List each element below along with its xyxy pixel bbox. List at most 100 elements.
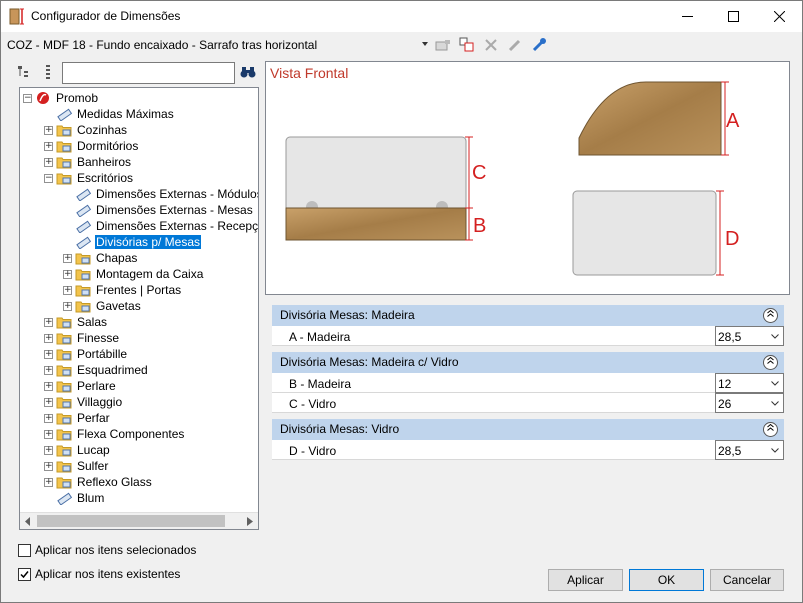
- expand-tree-button[interactable]: [39, 63, 57, 81]
- tree-item[interactable]: − Escritórios: [44, 170, 134, 186]
- expand-icon[interactable]: +: [44, 157, 53, 167]
- tree-item[interactable]: + Salas: [44, 314, 108, 330]
- scroll-left-icon[interactable]: [25, 517, 31, 526]
- expand-icon[interactable]: +: [44, 445, 53, 455]
- tree-item[interactable]: + Finesse: [44, 330, 120, 346]
- expand-icon[interactable]: +: [44, 461, 53, 471]
- expand-icon[interactable]: +: [44, 381, 53, 391]
- tree-item-label: Dimensões Externas - Mesas: [96, 203, 253, 217]
- apply-existing-checkbox[interactable]: [18, 567, 31, 581]
- tree-item[interactable]: + Portábille: [44, 346, 128, 362]
- tree-item[interactable]: + Dormitórios: [44, 138, 139, 154]
- expand-icon[interactable]: +: [44, 125, 53, 135]
- collapse-group-icon[interactable]: [763, 422, 778, 437]
- tree-item[interactable]: + Esquadrimed: [44, 362, 149, 378]
- expand-icon[interactable]: +: [63, 285, 72, 295]
- ok-button[interactable]: OK: [629, 569, 704, 591]
- tree-item-label: Finesse: [77, 331, 120, 345]
- collapse-tree-button[interactable]: [16, 63, 34, 81]
- copy-dimension-button[interactable]: [458, 36, 476, 54]
- tree-item[interactable]: + Lucap: [44, 442, 111, 458]
- tree-item[interactable]: + Flexa Componentes: [44, 426, 185, 442]
- tree-item[interactable]: + Perlare: [44, 378, 117, 394]
- delete-button[interactable]: [482, 36, 500, 54]
- expand-icon[interactable]: +: [44, 349, 53, 359]
- property-group-header[interactable]: Divisória Mesas: Madeira c/ Vidro: [272, 352, 784, 373]
- tree-item[interactable]: + Sulfer: [44, 458, 109, 474]
- expand-icon[interactable]: +: [63, 301, 72, 311]
- tree-item[interactable]: + Montagem da Caixa: [63, 266, 204, 282]
- maximize-icon: [727, 11, 739, 22]
- tree-search-input[interactable]: [62, 62, 235, 84]
- property-value-dropdown[interactable]: 26: [715, 393, 784, 413]
- scroll-right-icon[interactable]: [247, 517, 253, 526]
- wood-divider: [578, 81, 722, 156]
- tape-measure-icon: [76, 220, 91, 233]
- property-row: A - Madeira 28,5: [272, 326, 784, 346]
- collapse-group-icon[interactable]: [763, 355, 778, 370]
- expand-icon[interactable]: +: [44, 429, 53, 439]
- property-group-header[interactable]: Divisória Mesas: Madeira: [272, 305, 784, 326]
- minimize-icon: [681, 15, 693, 17]
- tree-item[interactable]: + Cozinhas: [44, 122, 128, 138]
- folder-icon: [56, 365, 72, 377]
- cancel-button[interactable]: Cancelar: [710, 569, 784, 591]
- tree-item-label: Frentes | Portas: [96, 283, 182, 297]
- tree-item[interactable]: Dimensões Externas - Módulos: [63, 186, 258, 202]
- collapse-icon[interactable]: −: [44, 173, 53, 183]
- apply-button[interactable]: Aplicar: [548, 569, 623, 591]
- expand-icon[interactable]: +: [63, 269, 72, 279]
- tree-item[interactable]: + Frentes | Portas: [63, 282, 182, 298]
- expand-icon[interactable]: +: [44, 413, 53, 423]
- tree-item[interactable]: Dimensões Externas - Mesas: [63, 202, 254, 218]
- tree-item-label: Banheiros: [77, 155, 132, 169]
- apply-tool-button[interactable]: [530, 36, 548, 54]
- tree-item-label: Villaggio: [77, 395, 123, 409]
- tree-item[interactable]: Dimensões Externas - Recepção: [63, 218, 258, 234]
- tape-measure-icon: [76, 236, 91, 249]
- tree-item[interactable]: + Reflexo Glass: [44, 474, 153, 490]
- property-group-header[interactable]: Divisória Mesas: Vidro: [272, 419, 784, 440]
- app-icon: [9, 8, 24, 25]
- apply-selected-checkbox[interactable]: [18, 543, 31, 557]
- tree-item[interactable]: Medidas Máximas: [44, 106, 175, 122]
- tree-item[interactable]: + Chapas: [63, 250, 138, 266]
- folder-icon: [56, 317, 72, 329]
- tree-item[interactable]: + Perfar: [44, 410, 111, 426]
- collapse-group-icon[interactable]: [763, 308, 778, 323]
- minimize-button[interactable]: [664, 1, 710, 32]
- property-value-dropdown[interactable]: 28,5: [715, 440, 784, 460]
- edit-button[interactable]: [506, 36, 524, 54]
- expand-icon[interactable]: +: [44, 477, 53, 487]
- apply-selected-option[interactable]: Aplicar nos itens selecionados: [18, 543, 196, 557]
- expand-icon[interactable]: +: [44, 365, 53, 375]
- expand-icon[interactable]: +: [44, 317, 53, 327]
- property-name: B - Madeira: [289, 377, 352, 391]
- expand-icon[interactable]: +: [44, 397, 53, 407]
- search-button[interactable]: [239, 63, 257, 81]
- category-tree[interactable]: − Promob Medidas Máximas + Cozinhas + Dormitór…: [19, 87, 259, 530]
- tree-item[interactable]: + Villaggio: [44, 394, 123, 410]
- apply-existing-option[interactable]: Aplicar nos itens existentes: [18, 567, 180, 581]
- tree-horizontal-scrollbar[interactable]: [20, 512, 258, 529]
- tape-measure-icon: [76, 204, 91, 217]
- expand-icon[interactable]: +: [44, 141, 53, 151]
- export-icon: [435, 40, 450, 51]
- project-dropdown-caret-icon[interactable]: [422, 42, 428, 46]
- scrollbar-thumb[interactable]: [37, 515, 225, 527]
- maximize-button[interactable]: [710, 1, 756, 32]
- tree-item[interactable]: − Promob: [23, 90, 99, 106]
- tree-item[interactable]: + Banheiros: [44, 154, 132, 170]
- expand-icon[interactable]: +: [63, 253, 72, 263]
- property-value-dropdown[interactable]: 28,5: [715, 326, 784, 346]
- property-value-dropdown[interactable]: 12: [715, 373, 784, 393]
- dimension-label-c: C: [472, 162, 487, 184]
- tree-item[interactable]: Divisórias p/ Mesas: [63, 234, 202, 250]
- close-button[interactable]: [756, 1, 802, 32]
- collapse-icon[interactable]: −: [23, 93, 32, 103]
- folder-icon: [56, 445, 72, 457]
- expand-icon[interactable]: +: [44, 333, 53, 343]
- tree-item[interactable]: Blum: [44, 490, 105, 506]
- export-button[interactable]: [434, 36, 452, 54]
- tree-item[interactable]: + Gavetas: [63, 298, 142, 314]
